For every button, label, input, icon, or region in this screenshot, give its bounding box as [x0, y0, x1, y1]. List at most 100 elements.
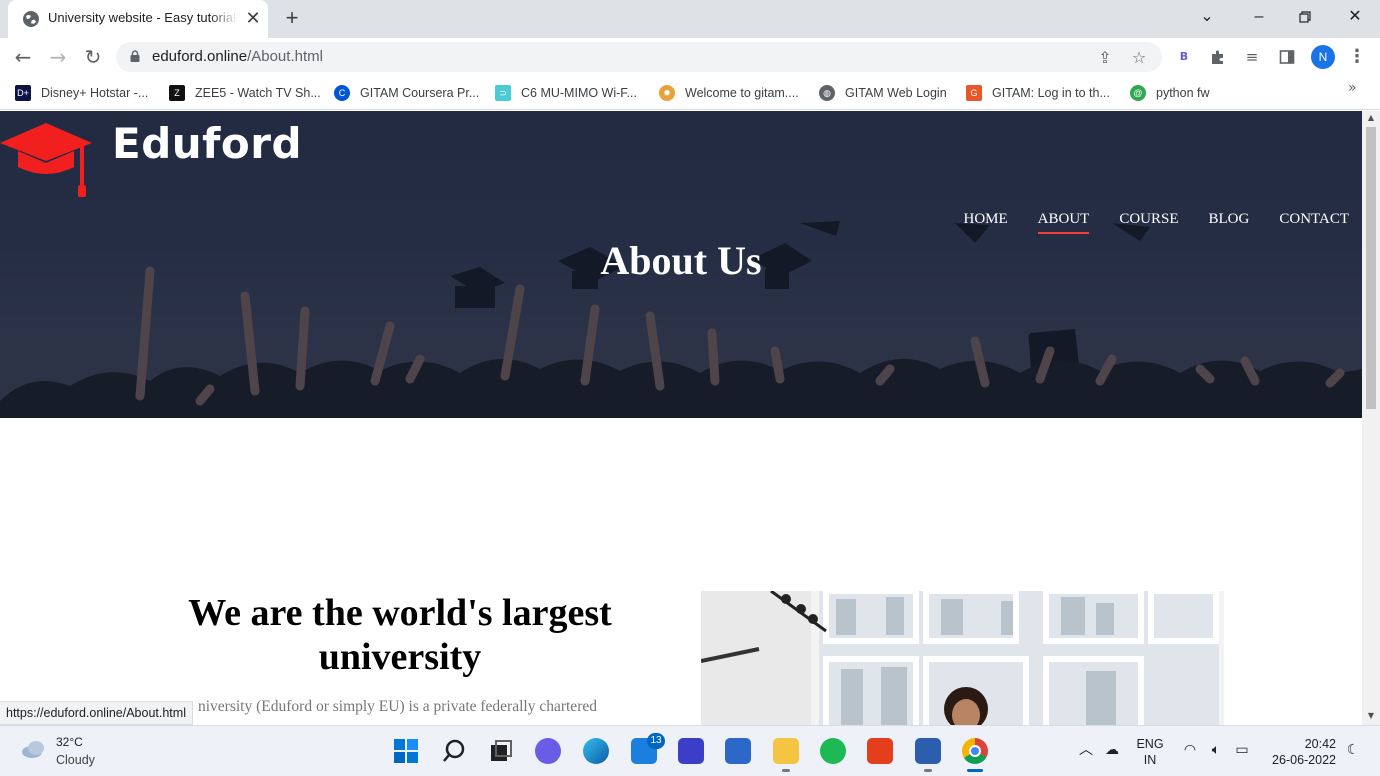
gitam-logo-icon: G: [966, 85, 982, 101]
windows-start-icon[interactable]: [393, 738, 419, 764]
scroll-up-arrow-icon[interactable]: ▲: [1366, 113, 1376, 122]
edge-browser-icon[interactable]: [583, 738, 609, 764]
reading-list-icon[interactable]: ≡: [1241, 46, 1263, 68]
spiral-icon: @: [1130, 85, 1146, 101]
minimize-button[interactable]: –: [1245, 4, 1273, 30]
about-heading: We are the world's largest university: [188, 592, 612, 678]
clock[interactable]: 20:42 26-06-2022: [1264, 737, 1336, 767]
page-viewport: Eduford HOME ABOUT COURSE BLOG CONTACT A…: [0, 111, 1362, 725]
bookmark-label: Welcome to gitam....: [685, 86, 799, 100]
bookmark-label: GITAM: Log in to th...: [992, 86, 1110, 100]
chrome-icon[interactable]: [962, 738, 988, 772]
page-scrollbar[interactable]: ▲ ▼: [1362, 111, 1380, 725]
share-icon[interactable]: ⇪: [1095, 48, 1115, 68]
page-title: About Us: [600, 238, 762, 283]
language-secondary: IN: [1143, 753, 1157, 767]
show-hidden-icons-chevron[interactable]: ︿: [1077, 741, 1095, 759]
search-glyph: [443, 739, 465, 762]
spotify-icon[interactable]: [820, 738, 846, 764]
scroll-down-arrow-icon[interactable]: ▼: [1366, 711, 1376, 720]
bookmarks-overflow-icon[interactable]: »: [1348, 80, 1357, 96]
side-panel-icon[interactable]: [1276, 46, 1298, 68]
address-bar[interactable]: eduford.online/About.html ⇪ ☆: [116, 42, 1162, 72]
bookmark-label: Disney+ Hotstar -...: [41, 86, 149, 100]
url-path: /About.html: [247, 48, 323, 65]
tab-title: University website - Easy tutorials: [48, 10, 238, 25]
nav-course[interactable]: COURSE: [1119, 211, 1178, 232]
windows-logo-glyph: [394, 739, 418, 763]
back-arrow-icon[interactable]: ←: [10, 44, 36, 70]
scrollbar-thumb[interactable]: [1366, 127, 1376, 409]
volume-icon[interactable]: 🔈︎: [1207, 741, 1225, 759]
gitam-sun-icon: ✹: [659, 85, 675, 101]
bookmark-hotstar[interactable]: D+ Disney+ Hotstar -...: [15, 82, 148, 104]
bookmarks-bar: D+ Disney+ Hotstar -... Z ZEE5 - Watch TV …: [0, 76, 1380, 110]
language-primary: ENG: [1136, 737, 1164, 751]
wifi-icon[interactable]: ◠: [1181, 741, 1199, 759]
profile-avatar[interactable]: N: [1311, 45, 1335, 69]
nav-home[interactable]: HOME: [963, 211, 1007, 232]
weather-description[interactable]: Cloudy: [56, 753, 95, 767]
onedrive-cloud-icon[interactable]: ☁: [1103, 741, 1121, 759]
globe-icon: [23, 11, 39, 27]
bookmark-gitam-web-login[interactable]: ◍ GITAM Web Login: [819, 82, 947, 104]
mail-icon[interactable]: 13: [631, 733, 665, 764]
site-logo-text[interactable]: Eduford: [112, 119, 302, 168]
campus-photo: [701, 591, 1224, 725]
nav-contact[interactable]: CONTACT: [1279, 211, 1349, 232]
new-tab-button[interactable]: +: [280, 6, 304, 30]
app-launcher-icon[interactable]: [678, 738, 704, 764]
restore-button[interactable]: [1291, 4, 1319, 30]
link-status-tooltip: https://eduford.online/About.html: [0, 701, 193, 725]
main-nav: HOME ABOUT COURSE BLOG CONTACT: [963, 211, 1349, 234]
campus-photo-illustration: [701, 591, 1224, 725]
windows-taskbar: 32°C Cloudy 13 ︿ ☁ ENG IN ◠ 🔈︎ ▭ 20:42 2…: [0, 725, 1380, 776]
nav-blog[interactable]: BLOG: [1209, 211, 1250, 232]
bookmark-star-icon[interactable]: ☆: [1129, 48, 1149, 68]
close-tab-icon[interactable]: ✕: [244, 10, 262, 28]
task-view-icon[interactable]: [488, 738, 514, 764]
side-panel-glyph: [1279, 50, 1295, 64]
tab-strip: University website - Easy tutorials ✕ + …: [0, 0, 1380, 38]
kebab-menu-icon[interactable]: ⋮: [1346, 46, 1368, 68]
hotstar-icon: D+: [15, 85, 31, 101]
bookmark-zee5[interactable]: Z ZEE5 - Watch TV Sh...: [169, 82, 321, 104]
browser-toolbar: ← → ↻ eduford.online/About.html ⇪ ☆ B ≡ …: [0, 38, 1380, 76]
browser-tab[interactable]: University website - Easy tutorials ✕: [8, 0, 268, 38]
search-icon[interactable]: [441, 738, 467, 764]
bookmark-python-fw[interactable]: @ python fw: [1130, 82, 1210, 104]
file-explorer-icon[interactable]: [773, 738, 799, 772]
bookmark-label: ZEE5 - Watch TV Sh...: [195, 86, 321, 100]
bookmark-coursera[interactable]: C GITAM Coursera Pr...: [334, 82, 479, 104]
globe-icon: ◍: [819, 85, 835, 101]
nav-about[interactable]: ABOUT: [1037, 211, 1089, 234]
microsoft-store-icon[interactable]: [725, 738, 751, 764]
chrome-center: [969, 745, 981, 757]
cloud-weather-icon[interactable]: [20, 737, 48, 761]
battery-icon[interactable]: ▭: [1233, 741, 1251, 759]
language-indicator[interactable]: ENG IN: [1133, 737, 1167, 767]
task-view-glyph: [491, 740, 512, 761]
weather-temperature[interactable]: 32°C: [56, 735, 83, 749]
coursera-icon: C: [334, 85, 350, 101]
teams-chat-icon[interactable]: [535, 738, 561, 764]
puzzle-extensions-icon[interactable]: [1207, 46, 1229, 68]
close-window-button[interactable]: ✕: [1341, 4, 1369, 30]
forward-arrow-icon[interactable]: →: [45, 44, 71, 70]
bookmark-label: GITAM Web Login: [845, 86, 947, 100]
mail-unread-badge: 13: [647, 733, 665, 749]
hero-banner: Eduford HOME ABOUT COURSE BLOG CONTACT A…: [0, 111, 1362, 418]
bookmark-gitam-login[interactable]: G GITAM: Log in to th...: [966, 82, 1110, 104]
extension-b-icon[interactable]: B: [1173, 46, 1195, 68]
bookmark-label: GITAM Coursera Pr...: [360, 86, 480, 100]
reload-icon[interactable]: ↻: [80, 44, 106, 70]
notification-moon-icon[interactable]: ☾: [1344, 741, 1362, 759]
office-icon[interactable]: [867, 738, 893, 764]
zee5-icon: Z: [169, 85, 185, 101]
puzzle-icon: [1212, 50, 1223, 64]
tab-search-chevron-icon[interactable]: ⌄: [1193, 4, 1221, 30]
bookmark-welcome-gitam[interactable]: ✹ Welcome to gitam....: [659, 82, 799, 104]
clock-time: 20:42: [1304, 737, 1336, 751]
bookmark-tplink[interactable]: ⊃ C6 MU-MIMO Wi-F...: [495, 82, 637, 104]
word-icon[interactable]: [915, 738, 941, 772]
